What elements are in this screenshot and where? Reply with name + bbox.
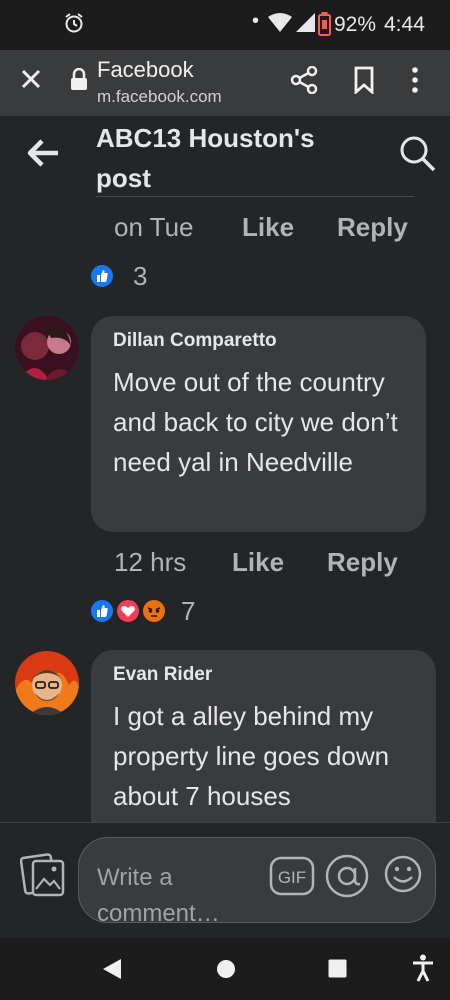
comment-bubble: Evan Rider I got a alley behind my prope… bbox=[91, 650, 436, 850]
angry-reaction-icon bbox=[141, 598, 167, 624]
clock: 4:44 bbox=[384, 13, 425, 36]
page-title: ABC13 Houston's post bbox=[96, 123, 315, 193]
post-header: ABC13 Houston's post bbox=[0, 116, 450, 198]
header-divider bbox=[96, 196, 414, 197]
love-reaction-icon bbox=[115, 598, 141, 624]
reply-button[interactable]: Reply bbox=[327, 547, 398, 578]
comment-actions-prev: on Tue Like Reply bbox=[0, 212, 450, 248]
status-bar: • 92% 4:44 bbox=[0, 0, 450, 50]
like-reaction-icon bbox=[89, 598, 115, 624]
reaction-summary-prev[interactable]: 3 bbox=[89, 261, 169, 291]
alarm-icon bbox=[65, 13, 83, 33]
comment-text: Move out of the country and back to city… bbox=[113, 367, 398, 477]
nav-recents-icon[interactable] bbox=[328, 959, 347, 978]
browser-toolbar: Facebook m.facebook.com bbox=[0, 50, 450, 116]
notification-dot-icon: • bbox=[252, 10, 260, 32]
nav-home-icon[interactable] bbox=[216, 959, 236, 979]
gif-label: GIF bbox=[278, 868, 306, 887]
comment-bubble: Dillan Comparetto Move out of the countr… bbox=[91, 316, 426, 532]
lock-icon bbox=[71, 68, 87, 90]
accessibility-icon[interactable] bbox=[411, 954, 435, 982]
battery-icon bbox=[318, 12, 331, 36]
gif-icon[interactable]: GIF bbox=[269, 856, 315, 896]
comment-timestamp: 12 hrs bbox=[114, 547, 187, 577]
system-nav-bar bbox=[0, 938, 450, 1000]
reaction-summary[interactable]: 7 bbox=[89, 596, 209, 626]
emoji-icon[interactable] bbox=[383, 854, 423, 894]
comment-actions: 12 hrs Like Reply bbox=[0, 547, 450, 583]
close-icon[interactable] bbox=[16, 64, 46, 94]
nav-back-icon[interactable] bbox=[102, 958, 122, 980]
more-options-icon[interactable] bbox=[410, 66, 420, 94]
avatar[interactable] bbox=[15, 316, 79, 380]
search-icon[interactable] bbox=[398, 134, 438, 174]
reaction-count: 3 bbox=[133, 261, 148, 291]
comment-author[interactable]: Dillan Comparetto bbox=[113, 330, 404, 352]
comment-composer: Write a comment… GIF bbox=[0, 822, 450, 938]
mention-icon[interactable] bbox=[323, 852, 371, 900]
like-button[interactable]: Like bbox=[242, 212, 294, 243]
share-icon[interactable] bbox=[290, 66, 318, 94]
reply-button[interactable]: Reply bbox=[337, 212, 408, 243]
comment-timestamp: on Tue bbox=[114, 212, 194, 242]
avatar[interactable] bbox=[15, 651, 79, 715]
like-button[interactable]: Like bbox=[232, 547, 284, 578]
bookmark-icon[interactable] bbox=[353, 66, 375, 94]
comment-placeholder: Write a comment… bbox=[97, 864, 220, 927]
battery-level: 92% bbox=[334, 13, 377, 36]
comment-author[interactable]: Evan Rider bbox=[113, 664, 414, 686]
reaction-count: 7 bbox=[181, 596, 196, 626]
comment-input[interactable]: Write a comment… GIF bbox=[78, 837, 436, 927]
wifi-icon bbox=[268, 13, 292, 32]
signal-icon bbox=[296, 13, 315, 32]
browser-url[interactable]: m.facebook.com bbox=[97, 87, 222, 107]
back-arrow-icon[interactable] bbox=[26, 138, 60, 168]
like-reaction-icon bbox=[89, 263, 115, 289]
photo-icon[interactable] bbox=[20, 853, 66, 899]
browser-page-title: Facebook bbox=[97, 57, 194, 82]
comment-text: I got a alley behind my property line go… bbox=[113, 701, 390, 811]
